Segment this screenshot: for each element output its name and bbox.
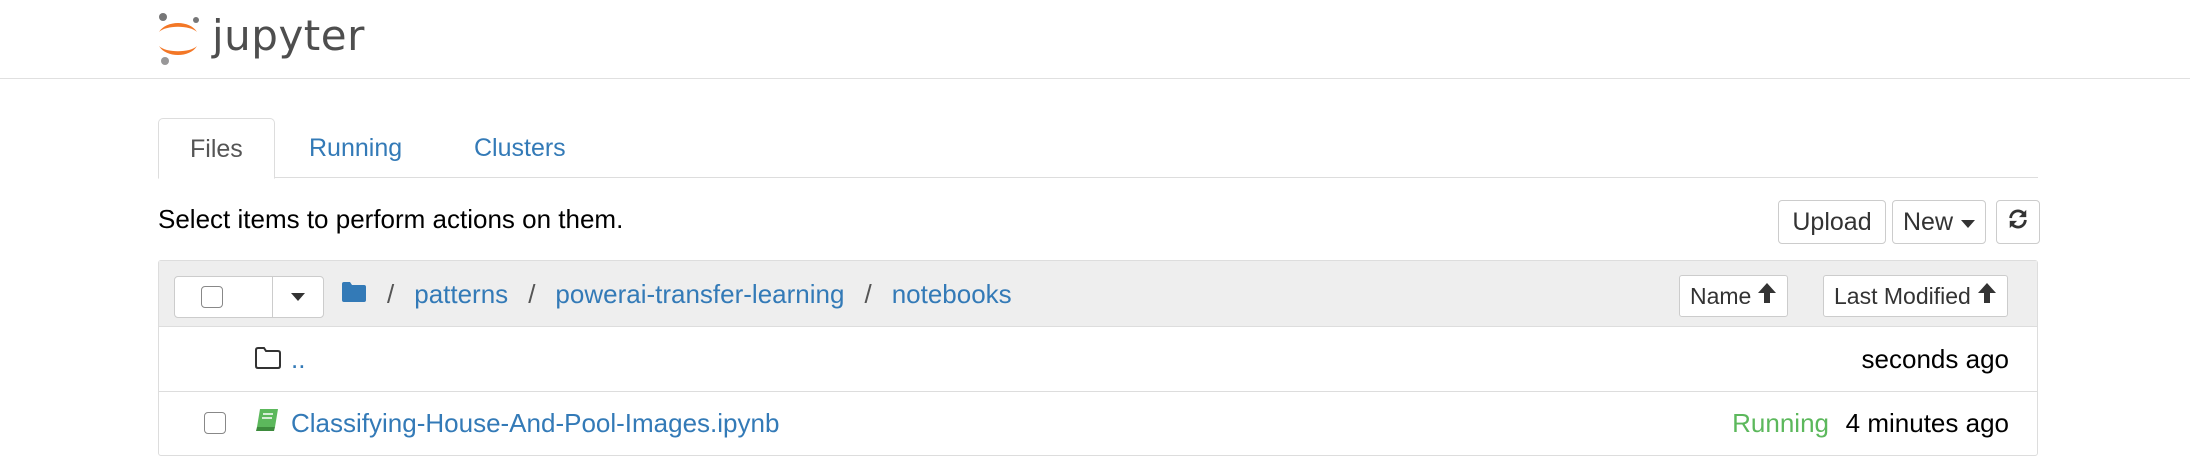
running-status-label: Running [1732, 408, 1829, 438]
select-all-checkbox[interactable] [201, 286, 223, 308]
folder-icon[interactable] [341, 279, 367, 310]
caret-down-icon [1961, 219, 1975, 228]
file-list-header: / patterns / powerai-transfer-learning /… [159, 261, 2037, 327]
sort-modified-label: Last Modified [1834, 282, 1971, 309]
upload-label: Upload [1792, 207, 1872, 236]
arrow-up-icon [1751, 282, 1777, 310]
refresh-button[interactable] [1996, 200, 2040, 244]
row-checkbox[interactable] [204, 412, 226, 434]
new-button[interactable]: New [1892, 200, 1986, 244]
breadcrumb-notebooks[interactable]: notebooks [892, 279, 1012, 310]
list-item[interactable]: Classifying-House-And-Pool-Images.ipynb … [159, 392, 2037, 456]
file-list: / patterns / powerai-transfer-learning /… [158, 260, 2038, 456]
list-item[interactable]: .. seconds ago [159, 328, 2037, 392]
instructions-text: Select items to perform actions on them. [158, 204, 624, 234]
arrow-up-icon [1971, 282, 1997, 310]
refresh-icon [2007, 208, 2029, 237]
breadcrumb-separator: / [864, 278, 872, 309]
last-modified-text: 4 minutes ago [1845, 408, 2009, 438]
caret-down-icon [291, 293, 305, 301]
notebook-icon [254, 407, 282, 438]
sort-name-button[interactable]: Name [1679, 275, 1789, 317]
breadcrumb-separator: / [387, 278, 395, 309]
tab-bar: Files Running Clusters [158, 118, 2038, 179]
breadcrumb-powerai-transfer-learning[interactable]: powerai-transfer-learning [555, 279, 844, 310]
breadcrumb-patterns[interactable]: patterns [414, 279, 508, 310]
breadcrumb-separator: / [528, 278, 536, 309]
jupyter-logo[interactable]: jupyter [156, 8, 365, 68]
select-dropdown-button[interactable] [273, 277, 323, 317]
file-name-link[interactable]: .. [291, 344, 305, 375]
folder-outline-icon [254, 346, 282, 375]
file-name-link[interactable]: Classifying-House-And-Pool-Images.ipynb [291, 408, 779, 439]
tab-files[interactable]: Files [158, 118, 275, 179]
header: jupyter [0, 0, 2190, 79]
jupyter-logo-icon [156, 10, 202, 66]
upload-button[interactable]: Upload [1778, 200, 1886, 244]
select-all-area [175, 277, 273, 317]
logo-text: jupyter [212, 10, 365, 60]
new-label: New [1902, 207, 1953, 236]
select-all-group [174, 276, 324, 318]
last-modified-text: seconds ago [1861, 344, 2009, 374]
breadcrumb: / patterns / powerai-transfer-learning /… [341, 275, 1012, 313]
sort-name-label: Name [1690, 282, 1752, 309]
tab-clusters[interactable]: Clusters [443, 118, 597, 178]
tab-running[interactable]: Running [278, 118, 433, 178]
sort-last-modified-button[interactable]: Last Modified [1823, 275, 2008, 317]
